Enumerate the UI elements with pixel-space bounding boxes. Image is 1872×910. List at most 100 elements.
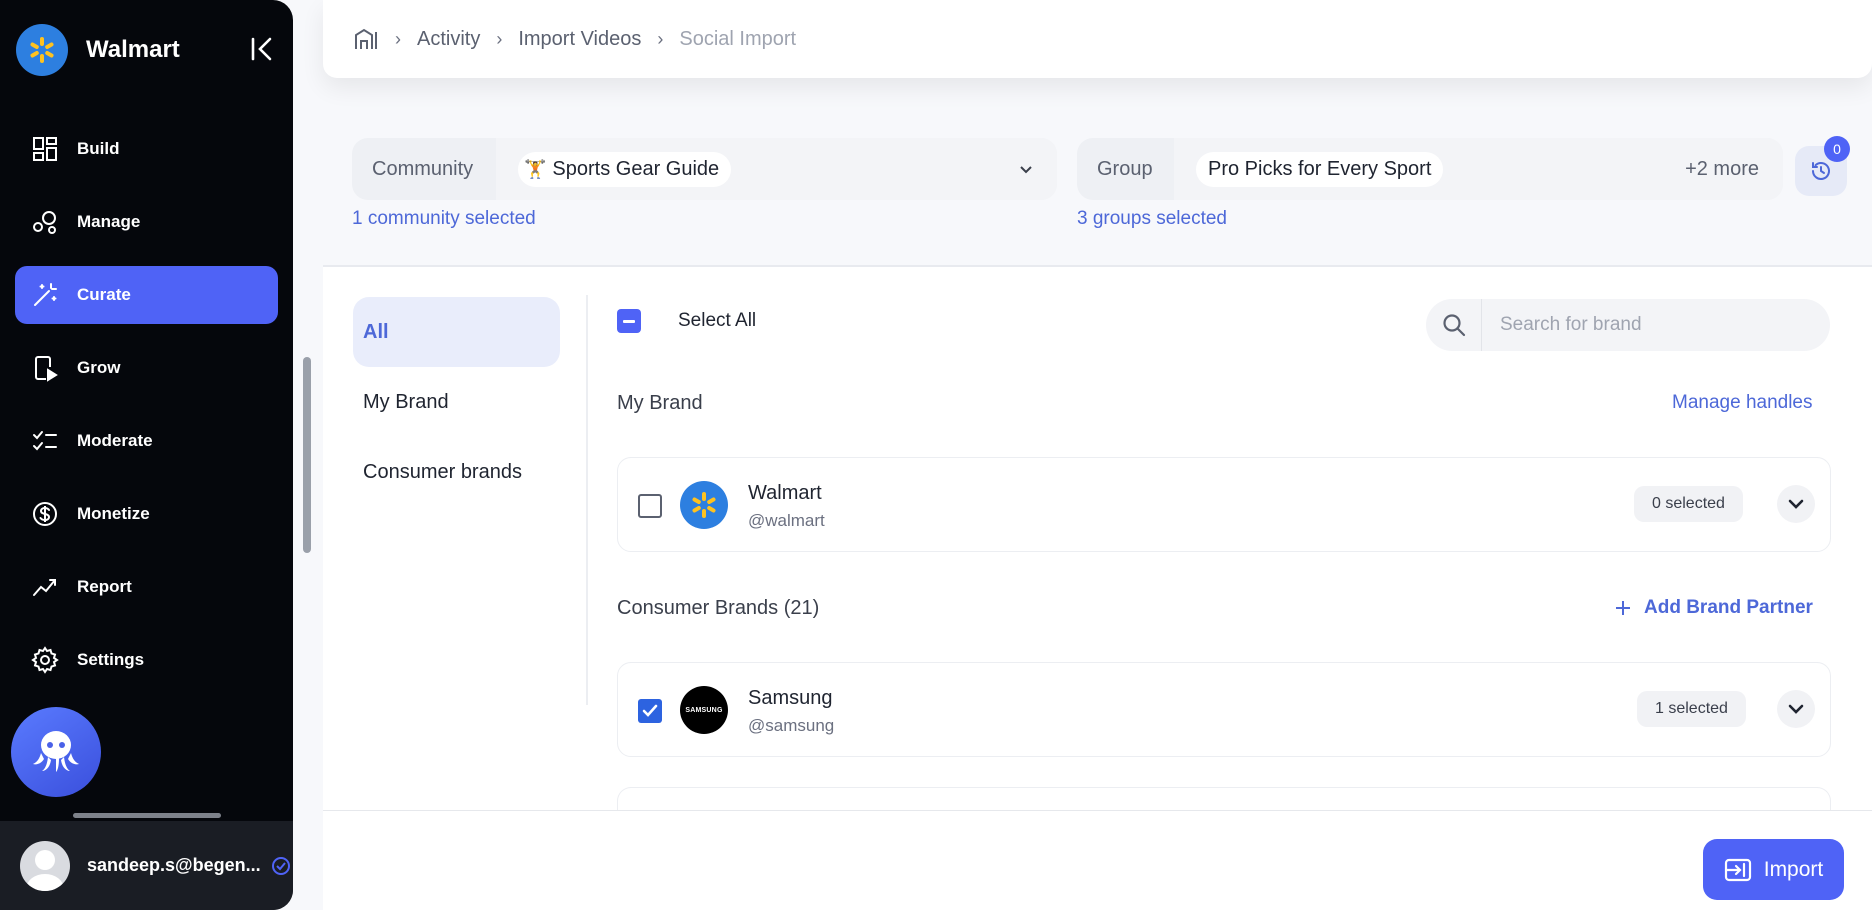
sidebar-item-label: Report: [77, 577, 132, 596]
grow-icon: [35, 356, 58, 382]
brand-checkbox[interactable]: [638, 494, 662, 518]
select-all-label: Select All: [678, 310, 757, 331]
sidebar: Walmart Build Manage Curate Grow Moderat…: [0, 0, 293, 910]
sidebar-item-label: Moderate: [77, 431, 153, 450]
add-brand-partner-button[interactable]: Add Brand Partner: [1614, 597, 1813, 619]
sidebar-scrollbar[interactable]: [303, 357, 311, 553]
walmart-logo-icon: [680, 481, 728, 529]
chevron-right-icon: ›: [496, 28, 503, 49]
walmart-logo-icon: [16, 24, 68, 76]
drawer-handle[interactable]: [73, 813, 221, 818]
group-selected-count: 3 groups selected: [1077, 208, 1227, 229]
community-value[interactable]: 🏋 Sports Gear Guide: [496, 138, 1057, 200]
tab-consumer-brands[interactable]: Consumer brands: [353, 437, 560, 507]
tab-my-brand[interactable]: My Brand: [353, 367, 560, 437]
search-icon: [1426, 299, 1482, 351]
community-select[interactable]: Community 🏋 Sports Gear Guide: [352, 138, 1057, 200]
add-brand-partner-label: Add Brand Partner: [1644, 597, 1813, 618]
sidebar-item-label: Manage: [77, 212, 141, 231]
group-label: Group: [1097, 157, 1153, 180]
selected-count-badge: 1 selected: [1637, 691, 1746, 727]
home-icon[interactable]: [353, 26, 379, 52]
sidebar-item-build[interactable]: Build: [15, 120, 278, 178]
dollar-icon: [33, 502, 57, 526]
select-all[interactable]: Select All: [617, 309, 756, 333]
group-more: +2 more: [1685, 157, 1759, 180]
breadcrumb: › Activity › Import Videos › Social Impo…: [323, 0, 1872, 78]
import-button[interactable]: Import: [1703, 839, 1844, 900]
selected-count-badge: 0 selected: [1634, 486, 1743, 522]
community-chip-emoji: 🏋: [524, 158, 547, 179]
group-select[interactable]: Group Pro Picks for Every Sport +2 more: [1077, 138, 1783, 200]
sidebar-item-monetize[interactable]: Monetize: [15, 485, 278, 543]
consumer-brands-title: Consumer Brands (21): [617, 597, 820, 619]
filter-bar: Community 🏋 Sports Gear Guide 1 communit…: [323, 112, 1872, 267]
chevron-right-icon: ›: [395, 28, 401, 49]
sidebar-item-grow[interactable]: Grow: [15, 339, 278, 397]
brand-card-samsung: SAMSUNG Samsung @samsung 1 selected: [617, 662, 1831, 757]
plus-icon: [1616, 601, 1630, 615]
manage-icon: [33, 211, 56, 234]
group-value[interactable]: Pro Picks for Every Sport +2 more: [1174, 138, 1783, 200]
brand-handle: @samsung: [748, 716, 835, 735]
brand-card-walmart: Walmart @walmart 0 selected: [617, 457, 1831, 552]
assistant-bot-button[interactable]: [11, 707, 101, 797]
sidebar-item-report[interactable]: Report: [15, 558, 278, 616]
brand-checkbox[interactable]: [638, 699, 662, 723]
sidebar-item-label: Grow: [77, 358, 121, 377]
import-icon: [1724, 858, 1751, 881]
collapse-sidebar-icon[interactable]: [247, 34, 277, 64]
brand-selection-panel: All My Brand Consumer brands Select All …: [323, 267, 1872, 827]
sidebar-item-label: Curate: [77, 285, 131, 304]
breadcrumb-activity[interactable]: Activity: [417, 28, 480, 51]
dashboard-icon: [33, 137, 57, 161]
sidebar-item-manage[interactable]: Manage: [15, 193, 278, 251]
user-profile[interactable]: sandeep.s@begen...: [0, 821, 293, 910]
sidebar-item-label: Settings: [77, 650, 145, 669]
group-chip: Pro Picks for Every Sport: [1196, 151, 1444, 187]
avatar: [20, 840, 70, 891]
vertical-divider: [586, 295, 588, 705]
samsung-logo-text: SAMSUNG: [685, 706, 723, 714]
chevron-down-icon: [1020, 166, 1032, 174]
footer: [323, 811, 1872, 910]
gear-icon: [31, 646, 59, 674]
community-chip: 🏋 Sports Gear Guide: [518, 151, 732, 187]
search-input[interactable]: [1500, 314, 1800, 336]
expand-button[interactable]: [1777, 485, 1815, 523]
manage-handles-link[interactable]: Manage handles: [1672, 392, 1813, 414]
brand-name: Samsung: [748, 687, 833, 709]
sidebar-item-curate[interactable]: Curate: [15, 266, 278, 324]
community-label: Community: [372, 157, 474, 180]
community-chip-label: Sports Gear Guide: [552, 157, 720, 180]
user-email: sandeep.s@begen...: [87, 855, 261, 875]
chevron-down-icon: [1788, 499, 1804, 509]
breadcrumb-current: Social Import: [679, 27, 797, 50]
checklist-icon: [33, 431, 57, 451]
brand-search: [1426, 299, 1830, 351]
sidebar-item-moderate[interactable]: Moderate: [15, 412, 278, 470]
brand-name: Walmart: [86, 36, 180, 63]
brand-handle: @walmart: [748, 511, 825, 530]
tab-all[interactable]: All: [353, 297, 560, 367]
brand[interactable]: Walmart: [16, 24, 180, 76]
breadcrumb-import-videos[interactable]: Import Videos: [518, 28, 641, 51]
verified-badge-icon: [271, 856, 290, 875]
samsung-logo-icon: SAMSUNG: [680, 686, 728, 734]
brand-name: Walmart: [748, 482, 822, 504]
import-label: Import: [1763, 857, 1824, 881]
community-selected-count: 1 community selected: [352, 208, 536, 229]
history-badge: 0: [1824, 136, 1850, 162]
history-icon: [1812, 162, 1830, 180]
octopus-icon: [33, 731, 79, 772]
select-all-checkbox[interactable]: [617, 309, 641, 333]
sidebar-item-label: Build: [77, 139, 120, 158]
magic-wand-icon: [34, 283, 57, 306]
chevron-right-icon: ›: [657, 28, 664, 49]
sidebar-item-settings[interactable]: Settings: [15, 631, 278, 689]
sidebar-item-label: Monetize: [77, 504, 150, 523]
expand-button[interactable]: [1777, 690, 1815, 728]
my-brand-title: My Brand: [617, 392, 703, 414]
group-chip-label: Pro Picks for Every Sport: [1208, 157, 1432, 180]
trend-icon: [33, 579, 56, 596]
